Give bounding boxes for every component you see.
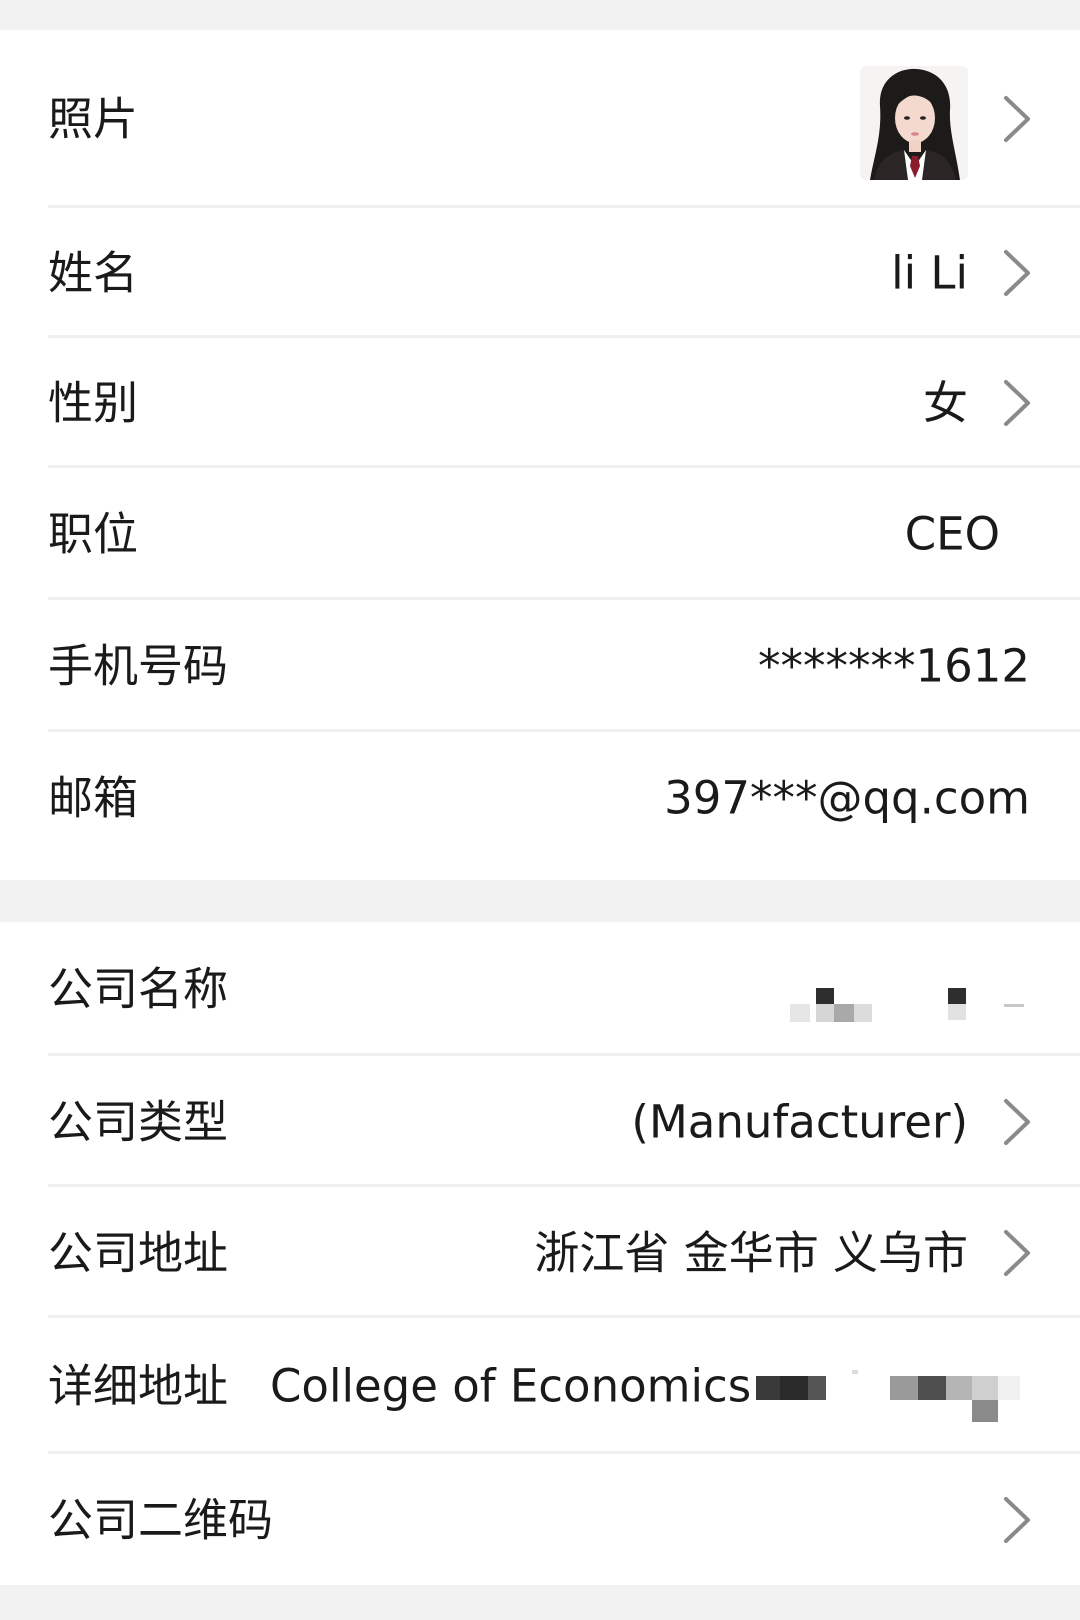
name-row[interactable]: 姓名 li Li [0, 208, 1080, 338]
position-label: 职位 [48, 507, 139, 561]
company-name-obscured-value [790, 984, 1030, 1024]
company-address-row[interactable]: 公司地址 浙江省 金华市 义乌市 [0, 1187, 1080, 1318]
chevron-right-icon [998, 1228, 1034, 1278]
phone-value: *******1612 [757, 639, 1030, 693]
chevron-right-icon [998, 1097, 1034, 1147]
phone-label: 手机号码 [48, 639, 229, 693]
personal-info-section: 照片 姓名 li Li 性别 女 职位 CEO 手机号码 *******1612… [0, 30, 1080, 880]
detail-address-label: 详细地址 [48, 1359, 229, 1413]
detail-address-value: College of Economics [270, 1359, 752, 1413]
photo-row[interactable]: 照片 [0, 30, 1080, 208]
company-type-label: 公司类型 [48, 1095, 229, 1148]
email-label: 邮箱 [48, 771, 139, 825]
company-address-value: 浙江省 金华市 义乌市 [534, 1226, 968, 1279]
photo-label: 照片 [48, 92, 139, 146]
company-name-row: 公司名称 [0, 922, 1080, 1056]
name-value: li Li [891, 246, 968, 300]
chevron-right-icon [998, 94, 1034, 144]
company-type-row[interactable]: 公司类型 (Manufacturer) [0, 1056, 1080, 1187]
company-info-section: 公司名称 公司类型 (Manufacturer) 公司地址 浙江省 金华市 义乌… [0, 922, 1080, 1585]
detail-address-obscured-suffix [742, 1368, 1042, 1428]
company-qrcode-label: 公司二维码 [48, 1493, 274, 1546]
phone-row: 手机号码 *******1612 [0, 600, 1080, 732]
avatar [860, 66, 968, 180]
gender-row[interactable]: 性别 女 [0, 338, 1080, 468]
detail-address-row: 详细地址 College of Economics [0, 1318, 1080, 1454]
position-row: 职位 CEO [0, 468, 1080, 600]
company-type-value: (Manufacturer) [631, 1095, 968, 1148]
email-value: 397***@qq.com [664, 771, 1030, 825]
gender-label: 性别 [48, 376, 139, 430]
email-row: 邮箱 397***@qq.com [0, 732, 1080, 864]
company-name-label: 公司名称 [48, 962, 229, 1016]
avatar-photo-icon [860, 66, 968, 180]
company-address-label: 公司地址 [48, 1226, 229, 1279]
chevron-right-icon [998, 378, 1034, 428]
gender-value: 女 [922, 376, 968, 430]
chevron-right-icon [998, 248, 1034, 298]
chevron-right-icon [998, 1495, 1034, 1545]
position-value: CEO [904, 507, 1000, 561]
company-qrcode-row[interactable]: 公司二维码 [0, 1454, 1080, 1585]
name-label: 姓名 [48, 246, 139, 300]
